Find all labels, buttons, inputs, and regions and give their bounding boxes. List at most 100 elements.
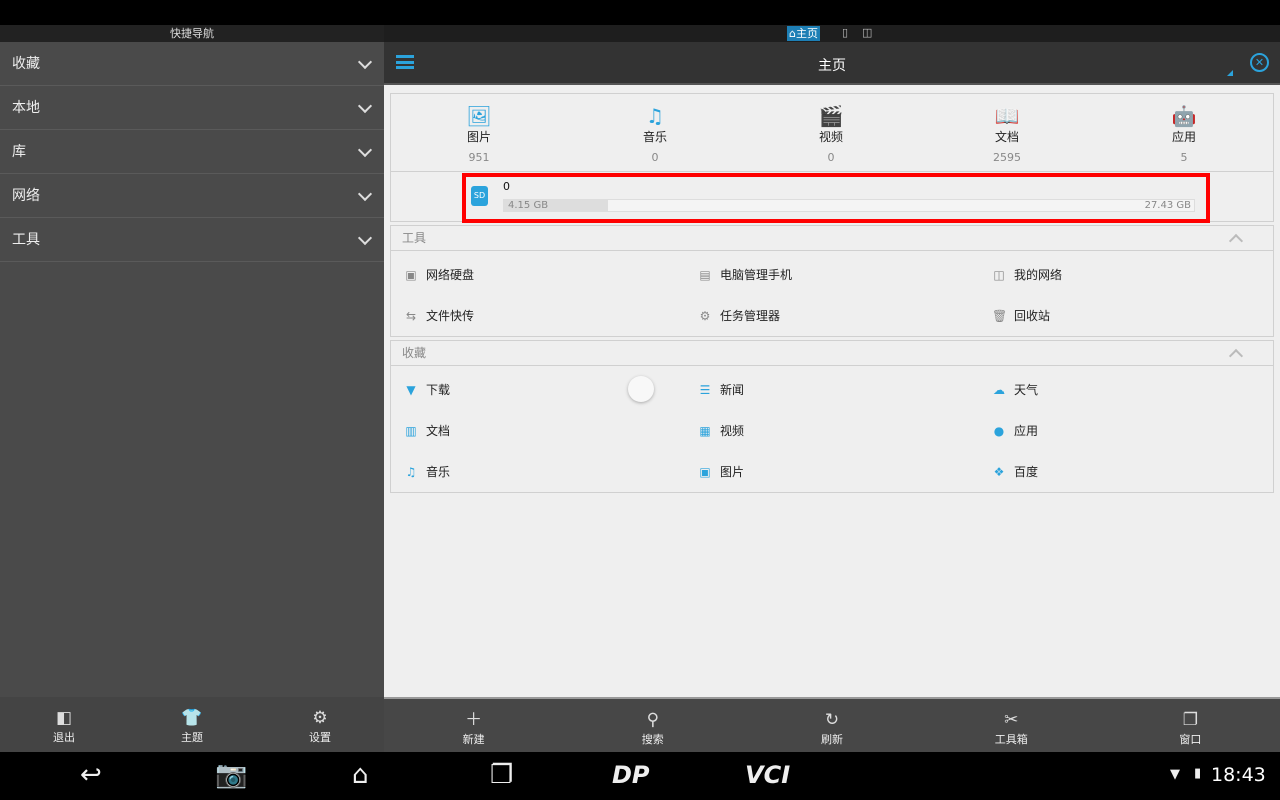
refresh-button[interactable]: ↻ 刷新 [742, 699, 921, 752]
nav-item-local[interactable]: 本地 [0, 86, 384, 130]
category-music[interactable]: ♫ 音乐 0 [595, 104, 715, 164]
split-tab-icon[interactable]: ◫ [862, 26, 872, 39]
label: 设置 [309, 731, 331, 744]
tab-label: 主页 [795, 27, 818, 40]
video-icon: 🎬 [818, 104, 844, 128]
toolbox-button[interactable]: ✂ 工具箱 [922, 699, 1101, 752]
android-icon: 🤖 [1171, 104, 1197, 128]
nav-label: 收藏 [12, 56, 40, 72]
search-icon: ⚲ [646, 710, 660, 730]
close-icon[interactable]: ✕ [1250, 53, 1269, 72]
label: 任务管理器 [720, 309, 781, 323]
phone-tab-icon[interactable]: ▯ [842, 26, 848, 39]
count: 2595 [993, 151, 1021, 164]
plus-icon: ＋ [465, 710, 483, 730]
tool-my-network[interactable]: ◫ 我的网络 [992, 266, 1062, 283]
label: 视频 [818, 130, 843, 144]
exit-button[interactable]: ◧ 退出 [0, 697, 128, 752]
fav-download[interactable]: ▼ 下载 [404, 381, 450, 398]
main-content: 🖼 图片 951 ♫ 音乐 0 🎬 视频 0 📖 文档 2595 🤖 应用 5 SD 0 4.15 … [384, 85, 1280, 697]
home-icon[interactable]: ⌂ [352, 760, 369, 790]
label: 百度 [1014, 465, 1039, 479]
tab-home[interactable]: ⌂主页 [787, 26, 820, 41]
image-icon: 🖼 [466, 104, 492, 128]
search-button[interactable]: ⚲ 搜索 [563, 699, 742, 752]
new-button[interactable]: ＋ 新建 [384, 699, 563, 752]
tool-task-manager[interactable]: ⚙ 任务管理器 [698, 307, 780, 324]
nav-item-favorites[interactable]: 收藏 [0, 42, 384, 86]
camera-icon[interactable]: 📷 [215, 760, 247, 790]
storage-used: 4.15 GB [508, 200, 549, 211]
storage-sd-card[interactable]: SD 0 4.15 GB 27.43 GB [462, 173, 1210, 223]
gear-icon: ⚙ [312, 708, 328, 728]
book-icon: 📖 [994, 104, 1020, 128]
chevron-down-icon [357, 186, 373, 202]
section-title: 收藏 [402, 346, 427, 360]
dp-logo[interactable]: DP [612, 761, 650, 789]
fav-music[interactable]: ♫ 音乐 [404, 463, 450, 480]
pc-icon: ▤ [699, 267, 711, 282]
quick-nav-panel: 快捷导航 收藏 本地 库 网络 工具 [0, 25, 384, 752]
chevron-down-icon [357, 98, 373, 114]
nav-label: 工具 [12, 232, 40, 248]
left-toolbar: ◧ 退出 👕 主题 ⚙ 设置 [0, 697, 384, 752]
category-images[interactable]: 🖼 图片 951 [419, 104, 539, 164]
label: 搜索 [641, 733, 664, 746]
top-bar [0, 0, 1280, 25]
category-video[interactable]: 🎬 视频 0 [771, 104, 891, 164]
label: 网络硬盘 [426, 268, 475, 282]
chevron-up-icon[interactable] [1228, 348, 1244, 364]
fav-video[interactable]: ▦ 视频 [698, 422, 744, 439]
category-apps[interactable]: 🤖 应用 5 [1124, 104, 1244, 164]
count: 951 [468, 151, 490, 164]
label: 工具箱 [994, 733, 1028, 746]
label: 应用 [1014, 424, 1039, 438]
fav-docs[interactable]: ▥ 文档 [404, 422, 450, 439]
label: 窗口 [1179, 733, 1202, 746]
nav-label: 本地 [12, 100, 40, 116]
nav-item-tools[interactable]: 工具 [0, 218, 384, 262]
task-manager-icon: ⚙ [699, 308, 711, 323]
label: 退出 [53, 731, 75, 744]
fav-weather[interactable]: ☁ 天气 [992, 381, 1038, 398]
back-icon[interactable]: ↩ [80, 760, 102, 790]
refresh-icon: ↻ [824, 710, 840, 730]
favorites-section: 收藏 ▼ 下载 ☰ 新闻 ☁ 天气 ▥ 文档 ▦ 视频 ● 应用 ♫ 音乐 ▣ 图片 ❖ 百度 [390, 340, 1274, 493]
tools-header[interactable]: 工具 [391, 226, 1273, 251]
exit-icon: ◧ [55, 708, 73, 728]
tool-file-transfer[interactable]: ⇆ 文件快传 [404, 307, 474, 324]
tool-pc-manage-phone[interactable]: ▤ 电脑管理手机 [698, 266, 792, 283]
label: 刷新 [821, 733, 843, 746]
bottom-toolbar: ＋ 新建 ⚲ 搜索 ↻ 刷新 ✂ 工具箱 ❐ 窗口 [384, 697, 1280, 752]
music-icon: ♫ [646, 104, 664, 128]
page-title: 主页 [818, 58, 846, 74]
fav-news[interactable]: ☰ 新闻 [698, 381, 744, 398]
category-docs[interactable]: 📖 文档 2595 [947, 104, 1067, 164]
fav-apps[interactable]: ● 应用 [992, 422, 1038, 439]
window-tabs: ⌂主页 ▯ ◫ [384, 25, 1280, 42]
transfer-icon: ⇆ [405, 308, 417, 323]
recent-apps-icon[interactable]: ❐ [490, 760, 513, 790]
vci-logo[interactable]: VCI [745, 761, 790, 789]
settings-button[interactable]: ⚙ 设置 [256, 697, 384, 752]
label: 文档 [426, 424, 451, 438]
fav-images[interactable]: ▣ 图片 [698, 463, 744, 480]
download-folder-icon: ▼ [406, 382, 416, 397]
favorites-header[interactable]: 收藏 [391, 341, 1273, 366]
tool-recycle-bin[interactable]: 🗑 回收站 [992, 307, 1050, 324]
chevron-down-icon [357, 230, 373, 246]
tool-network-disk[interactable]: ▣ 网络硬盘 [404, 266, 474, 283]
nav-item-network[interactable]: 网络 [0, 174, 384, 218]
window-button[interactable]: ❐ 窗口 [1101, 699, 1280, 752]
nav-item-library[interactable]: 库 [0, 130, 384, 174]
chevron-up-icon[interactable] [1228, 233, 1244, 249]
trash-icon: 🗑 [992, 308, 1008, 323]
theme-button[interactable]: 👕 主题 [128, 697, 256, 752]
paw-icon: ❖ [993, 464, 1005, 479]
section-title: 工具 [402, 231, 427, 245]
label: 应用 [1171, 130, 1196, 144]
label: 新建 [462, 733, 485, 746]
label: 新闻 [720, 383, 745, 397]
fav-baidu[interactable]: ❖ 百度 [992, 463, 1038, 480]
image-icon: ▣ [699, 464, 711, 479]
